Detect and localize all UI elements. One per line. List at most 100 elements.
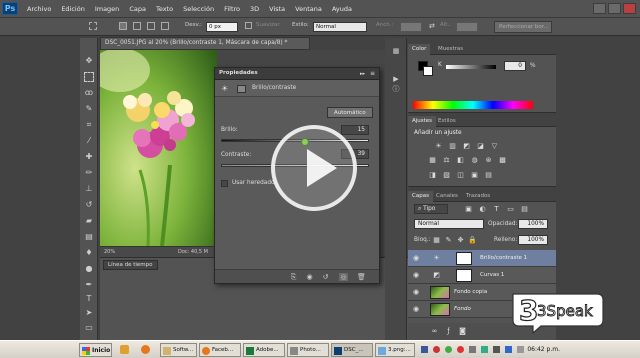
marquee-tool-icon[interactable]: [84, 72, 94, 82]
lasso-tool-icon[interactable]: ꝏ: [84, 88, 94, 98]
tray-icon[interactable]: [433, 346, 440, 353]
brightness-adj-icon[interactable]: ☀: [434, 142, 443, 151]
tray-icon[interactable]: [421, 346, 428, 353]
photo-filter-icon[interactable]: ◍: [470, 156, 479, 165]
filter-type-icon[interactable]: T: [492, 205, 501, 214]
threshold-adj-icon[interactable]: ◫: [456, 171, 465, 180]
layer-name[interactable]: Brillo/contraste 1: [480, 255, 527, 261]
fill-input[interactable]: 100%: [518, 235, 548, 245]
menu-capa[interactable]: Capa: [124, 5, 151, 13]
volume-icon[interactable]: [517, 346, 524, 353]
menu-ayuda[interactable]: Ayuda: [327, 5, 357, 13]
add-selection-icon[interactable]: [133, 22, 141, 30]
tab-canales[interactable]: Canales: [432, 191, 462, 202]
history-panel-icon[interactable]: ▦: [390, 46, 402, 56]
link-layers-icon[interactable]: ∞: [430, 327, 439, 336]
healing-brush-icon[interactable]: ✚: [84, 152, 94, 162]
tab-capas[interactable]: Capas: [408, 191, 433, 202]
brillo-input[interactable]: 15: [341, 125, 369, 135]
visibility-eye-icon[interactable]: ◉: [413, 271, 419, 279]
panel-menu-icon[interactable]: ≡: [370, 70, 375, 77]
layer-name[interactable]: Fondo: [454, 306, 471, 312]
crop-tool-icon[interactable]: ⌗: [84, 120, 94, 130]
taskbar-item[interactable]: Photo...: [287, 343, 329, 357]
legacy-checkbox[interactable]: [221, 180, 228, 187]
dodge-tool-icon[interactable]: ●: [84, 264, 94, 274]
close-button[interactable]: [623, 3, 636, 14]
add-mask-icon[interactable]: ◙: [458, 327, 467, 336]
filter-adjust-icon[interactable]: ◐: [478, 205, 487, 214]
layer-name[interactable]: Fondo copia: [454, 289, 487, 295]
timeline-tab[interactable]: Línea de tiempo: [103, 260, 158, 270]
menu-filtro[interactable]: Filtro: [219, 5, 245, 13]
layer-thumb[interactable]: [430, 286, 450, 299]
eyedropper-tool-icon[interactable]: ⁄: [84, 136, 94, 146]
tray-icon[interactable]: [493, 346, 500, 353]
k-value-input[interactable]: 0: [504, 61, 526, 71]
zoom-level[interactable]: 20%: [104, 249, 115, 255]
blur-tool-icon[interactable]: ♦: [84, 248, 94, 258]
minimize-button[interactable]: [593, 3, 606, 14]
alt-input[interactable]: [456, 22, 478, 32]
invert-adj-icon[interactable]: ◨: [428, 171, 437, 180]
maximize-button[interactable]: [608, 3, 621, 14]
clip-layer-icon[interactable]: ⎘: [289, 273, 298, 281]
history-brush-icon[interactable]: ↺: [84, 200, 94, 210]
estilo-select[interactable]: Normal: [313, 22, 367, 32]
clone-stamp-icon[interactable]: ⊥: [84, 184, 94, 194]
move-tool-icon[interactable]: ✥: [84, 56, 94, 66]
visibility-icon[interactable]: ◎: [339, 273, 348, 281]
layer-kind-filter[interactable]: ⌕ Tipo: [414, 204, 448, 214]
menu-edicion[interactable]: Edición: [56, 5, 90, 13]
visibility-eye-icon[interactable]: ◉: [413, 305, 419, 313]
filter-shape-icon[interactable]: ▭: [506, 205, 515, 214]
menu-imagen[interactable]: Imagen: [90, 5, 124, 13]
info-panel-icon[interactable]: ⓘ: [390, 84, 402, 94]
taskbar-item[interactable]: Softw...: [160, 343, 197, 357]
lock-all-icon[interactable]: 🔒: [468, 236, 477, 245]
menu-3d[interactable]: 3D: [245, 5, 264, 13]
taskbar-item[interactable]: 3.png:...: [375, 343, 415, 357]
menu-texto[interactable]: Texto: [151, 5, 178, 13]
visibility-eye-icon[interactable]: ◉: [413, 254, 419, 262]
filter-pixel-icon[interactable]: ▣: [464, 205, 473, 214]
tray-icon[interactable]: [469, 346, 476, 353]
posterize-adj-icon[interactable]: ▧: [442, 171, 451, 180]
layer-mask-thumb[interactable]: [456, 252, 472, 265]
taskbar-item[interactable]: Adobe...: [243, 343, 285, 357]
marquee-tool-icon[interactable]: [89, 22, 97, 30]
start-button[interactable]: Inicio: [79, 343, 112, 357]
document-image[interactable]: [100, 50, 217, 246]
opacity-input[interactable]: 100%: [518, 219, 548, 229]
suavizar-checkbox[interactable]: [245, 22, 252, 29]
curves-adj-icon[interactable]: ◩: [462, 142, 471, 151]
subtract-selection-icon[interactable]: [147, 22, 155, 30]
channel-mixer-icon[interactable]: ⊛: [484, 156, 493, 165]
filter-smart-icon[interactable]: ▤: [520, 205, 529, 214]
layer-name[interactable]: Curvas 1: [480, 272, 504, 278]
document-tab[interactable]: DSC_0051.JPG al 20% (Brillo/contraste 1,…: [100, 37, 310, 50]
lock-transparent-icon[interactable]: ▦: [432, 236, 441, 245]
auto-button[interactable]: Automático: [327, 107, 373, 118]
hue-adj-icon[interactable]: ▦: [428, 156, 437, 165]
gradient-map-icon[interactable]: ▤: [484, 171, 493, 180]
reset-icon[interactable]: ↺: [321, 273, 330, 281]
color-spectrum[interactable]: [413, 101, 533, 109]
lock-position-icon[interactable]: ✥: [456, 236, 465, 245]
layer-style-icon[interactable]: ƒ: [444, 327, 453, 336]
perfeccionar-bordes-button[interactable]: Perfeccionar bor...: [494, 21, 552, 33]
delete-icon[interactable]: 🗑: [357, 273, 366, 281]
mask-icon[interactable]: [237, 85, 246, 93]
swap-icon[interactable]: ⇄: [429, 22, 435, 30]
layer-row[interactable]: ◉ ◩ Curvas 1: [408, 267, 556, 284]
tab-muestras[interactable]: Muestras: [434, 44, 467, 55]
layer-thumb[interactable]: [430, 303, 450, 316]
bw-adj-icon[interactable]: ◧: [456, 156, 465, 165]
view-previous-icon[interactable]: ◉: [305, 273, 314, 281]
vibrance-adj-icon[interactable]: ▽: [490, 142, 499, 151]
exposure-adj-icon[interactable]: ◪: [476, 142, 485, 151]
visibility-eye-icon[interactable]: ◉: [413, 288, 419, 296]
levels-adj-icon[interactable]: ▥: [448, 142, 457, 151]
video-play-button[interactable]: [271, 125, 357, 211]
new-selection-icon[interactable]: [119, 22, 127, 30]
